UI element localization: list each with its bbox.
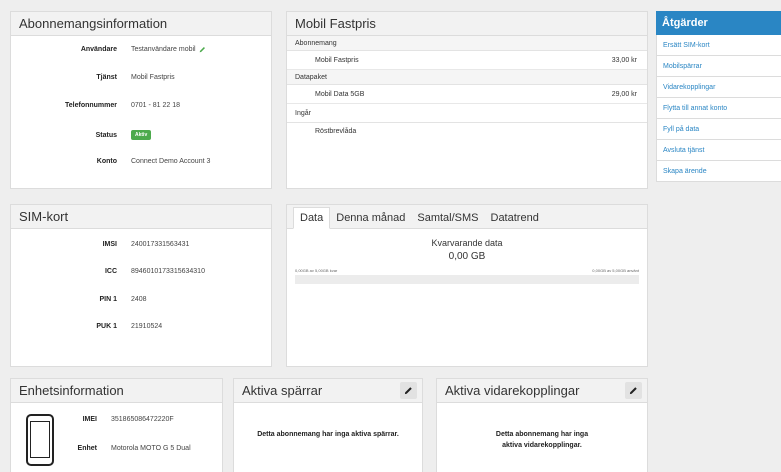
remaining-data-value: 0,00 GB	[448, 251, 486, 262]
action-replace-sim[interactable]: Ersätt SIM-kort	[656, 35, 781, 56]
phone-row: Telefonnummer 0701 - 81 22 18	[11, 102, 180, 109]
device-info-panel: Enhetsinformation IMEI 351865086472220F …	[10, 378, 223, 472]
actions-panel: Åtgärder Ersätt SIM-kort Mobilspärrar Vi…	[656, 11, 781, 182]
data-left-caption: 0,00GB av 5,00GB kvar	[295, 268, 338, 273]
pin1-label: PIN 1	[99, 296, 117, 303]
fixed-price-header: Mobil Fastpris	[287, 12, 647, 36]
included-section-label: Ingår	[287, 104, 647, 123]
edit-blocks-button[interactable]	[400, 382, 417, 399]
pencil-icon	[404, 387, 412, 395]
datapackage-item: Mobil Data 5GB 29,00 kr	[287, 85, 647, 104]
subscription-item-price: 33,00 kr	[611, 56, 637, 64]
phone-value: 0701 - 81 22 18	[131, 102, 181, 109]
tab-data-trend[interactable]: Datatrend	[485, 208, 545, 228]
puk1-row: PUK 1 21910524	[11, 323, 162, 330]
device-info-title: Enhetsinformation	[19, 383, 124, 398]
icc-value: 8946010173315634310	[131, 268, 205, 275]
account-label: Konto	[96, 158, 117, 165]
action-move-account[interactable]: Flytta till annat konto	[656, 98, 781, 119]
edit-user-icon[interactable]	[199, 46, 206, 53]
account-link[interactable]: Connect Demo Account 3	[131, 158, 210, 165]
sim-card-title: SIM-kort	[19, 209, 69, 224]
subscription-item: Mobil Fastpris 33,00 kr	[287, 51, 647, 70]
account-row: Konto Connect Demo Account 3	[11, 158, 211, 165]
device-value: Motorola MOTO G 5 Dual	[111, 445, 191, 452]
action-call-forwarding[interactable]: Vidarekopplingar	[656, 77, 781, 98]
service-label: Tjänst	[96, 74, 117, 81]
actions-title: Åtgärder	[656, 11, 781, 35]
subscription-info-title: Abonnemangsinformation	[19, 16, 168, 31]
pin1-row: PIN 1 2408	[11, 296, 147, 303]
icc-row: ICC 8946010173315634310	[11, 268, 205, 275]
pin1-value: 2408	[131, 296, 147, 303]
icc-label: ICC	[104, 268, 117, 275]
imei-label: IMEI	[82, 416, 97, 423]
datapackage-item-name: Mobil Data 5GB	[315, 90, 365, 98]
subscription-section-label: Abonnemang	[287, 36, 647, 51]
active-forwards-title: Aktiva vidarekopplingar	[445, 383, 580, 398]
sim-card-header: SIM-kort	[11, 205, 271, 229]
data-usage-panel: Data Denna månad Samtal/SMS Datatrend Kv…	[286, 204, 648, 367]
tab-calls-sms[interactable]: Samtal/SMS	[411, 208, 484, 228]
subscription-item-name: Mobil Fastpris	[315, 56, 359, 64]
puk1-label: PUK 1	[96, 323, 117, 330]
active-blocks-header: Aktiva spärrar	[234, 379, 422, 403]
status-badge: Aktiv	[131, 130, 152, 140]
active-forwards-message-line1: Detta abonnemang har inga	[495, 431, 589, 438]
status-label: Status	[95, 131, 117, 139]
remaining-data-label: Kvarvarande data	[431, 238, 503, 248]
device-info-header: Enhetsinformation	[11, 379, 222, 403]
puk1-value: 21910524	[131, 323, 163, 330]
data-used-caption: 0,00GB av 5,00GB använt	[592, 268, 639, 273]
user-value: Testanvändare mobil	[131, 46, 196, 53]
pencil-icon	[629, 387, 637, 395]
imsi-row: IMSI 240017331563431	[11, 241, 190, 248]
service-value: Mobil Fastpris	[131, 74, 175, 81]
device-label: Enhet	[77, 445, 97, 452]
fixed-price-panel: Mobil Fastpris Abonnemang Mobil Fastpris…	[286, 11, 648, 189]
imei-value: 351865086472220F	[111, 416, 174, 423]
tab-data[interactable]: Data	[293, 207, 331, 229]
tab-this-month[interactable]: Denna månad	[330, 208, 411, 228]
active-blocks-title: Aktiva spärrar	[242, 383, 323, 398]
imsi-label: IMSI	[102, 241, 117, 248]
active-blocks-message: Detta abonnemang har inga aktiva spärrar…	[257, 431, 399, 438]
active-forwards-panel: Aktiva vidarekopplingar Detta abonnemang…	[436, 378, 648, 472]
status-row: Status Aktiv	[11, 130, 152, 140]
active-forwards-message-line2: aktiva vidarekopplingar.	[502, 442, 582, 449]
imsi-value: 240017331563431	[131, 241, 190, 248]
datapackage-section-label: Datapaket	[287, 70, 647, 85]
phone-label: Telefonnummer	[65, 102, 117, 109]
action-create-case[interactable]: Skapa ärende	[656, 161, 781, 182]
edit-forwards-button[interactable]	[625, 382, 642, 399]
datapackage-item-price: 29,00 kr	[611, 90, 637, 98]
user-label: Användare	[80, 46, 117, 53]
action-top-up-data[interactable]: Fyll på data	[656, 119, 781, 140]
service-row: Tjänst Mobil Fastpris	[11, 74, 175, 81]
subscription-info-panel: Abonnemangsinformation Användare Testanv…	[10, 11, 272, 189]
data-tabs: Data Denna månad Samtal/SMS Datatrend	[287, 205, 647, 229]
data-progress-bar	[295, 275, 639, 284]
sim-card-panel: SIM-kort IMSI 240017331563431 ICC 894601…	[10, 204, 272, 367]
active-blocks-panel: Aktiva spärrar Detta abonnemang har inga…	[233, 378, 423, 472]
subscription-info-header: Abonnemangsinformation	[11, 12, 271, 36]
active-forwards-header: Aktiva vidarekopplingar	[437, 379, 647, 403]
action-terminate-service[interactable]: Avsluta tjänst	[656, 140, 781, 161]
device-row: Enhet Motorola MOTO G 5 Dual	[6, 445, 191, 452]
user-row: Användare Testanvändare mobil	[11, 46, 206, 53]
action-mobile-blocks[interactable]: Mobilspärrar	[656, 56, 781, 77]
imei-row: IMEI 351865086472220F	[6, 416, 174, 423]
included-item: Röstbrevlåda	[315, 127, 357, 135]
fixed-price-title: Mobil Fastpris	[295, 16, 376, 31]
